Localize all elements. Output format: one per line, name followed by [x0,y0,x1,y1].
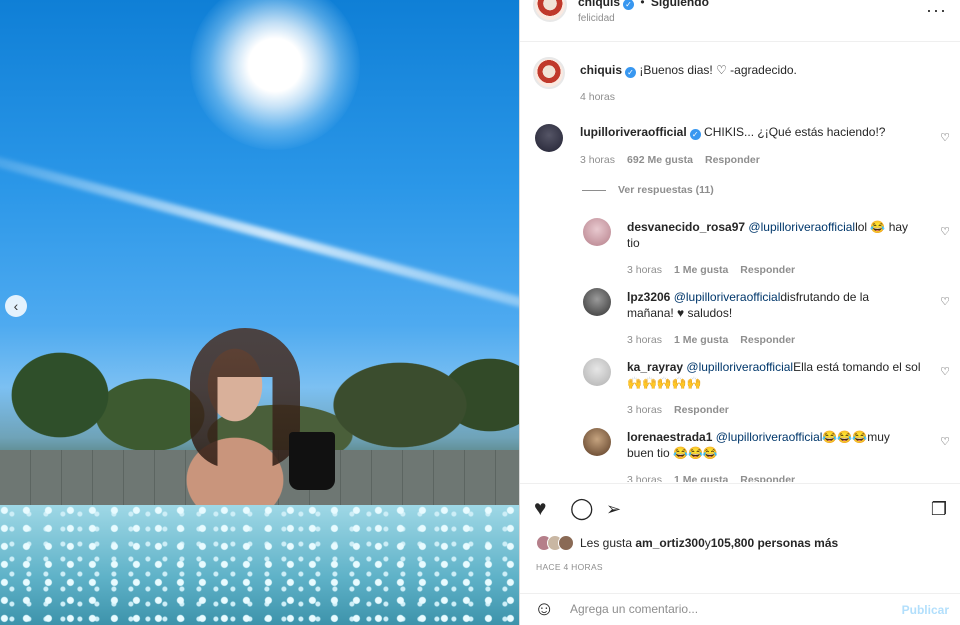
reply-like-heart-icon[interactable]: ♡ [939,226,951,238]
photo-contrail [0,149,519,321]
reply-meta: 3 horas 1 Me gusta Responder [627,264,795,276]
photo-water [0,505,519,625]
likes-user[interactable]: am_ortiz300 [635,536,704,550]
likes-prefix: Les gusta [580,536,636,550]
reply-username[interactable]: desvanecido_rosa97 [627,220,745,234]
comment-username[interactable]: lupilloriveraofficial [580,125,687,139]
caption-username[interactable]: chiquis [580,63,622,77]
reply-text: desvanecido_rosa97 @lupilloriveraofficia… [627,219,917,251]
reply-meta: 3 horas Responder [627,404,729,416]
view-replies-button[interactable]: Ver respuestas (11) [582,184,714,196]
post-header: chiquis ✓ • Siguiendo felicidad ··· [520,0,960,42]
publish-button[interactable]: Publicar [902,603,949,617]
caption-body: ¡Buenos dias! ♡ -agradecido. [639,63,797,77]
reply-like-heart-icon[interactable]: ♡ [939,296,951,308]
comment-body: CHIKIS... ¿¡Qué estás haciendo!? [704,125,886,139]
caption-avatar[interactable] [533,57,565,89]
reply-button[interactable]: Responder [740,334,795,346]
comment-avatar[interactable] [535,124,563,152]
post-side-panel: chiquis ✓ • Siguiendo felicidad ··· chiqu… [519,0,960,625]
reply-like-heart-icon[interactable]: ♡ [939,436,951,448]
likes-summary: Les gusta am_ortiz300y105,800 personas m… [536,535,838,551]
post-actions: ♥ ◯ ➢ ❐ Les gusta am_ortiz300y105,800 pe… [520,483,960,625]
reply-button[interactable]: Responder [740,474,795,482]
reply-avatar[interactable] [583,288,611,316]
chevron-left-icon: ‹ [13,298,19,314]
reply-mention[interactable]: @lupilloriveraofficial [674,290,781,304]
photo-mug [289,432,335,490]
likes-count[interactable]: 105,800 personas más [711,536,838,550]
reply-mention[interactable]: @lupilloriveraofficial [748,220,855,234]
caption-text: chiquis ✓ ¡Buenos dias! ♡ -agradecido. [580,62,797,78]
comment-text: lupilloriveraofficial ✓ CHIKIS... ¿¡Qué e… [580,124,885,140]
comment-likes[interactable]: 692 Me gusta [627,154,693,166]
reply-avatar[interactable] [583,218,611,246]
photo-sun [190,0,360,150]
reply-avatar[interactable] [583,428,611,456]
caption-time[interactable]: 4 horas [580,91,615,103]
comment-input[interactable] [570,602,890,616]
reply-likes[interactable]: 1 Me gusta [674,474,728,482]
author-line: chiquis ✓ • Siguiendo [578,0,709,10]
reply-username[interactable]: lorenaestrada1 [627,430,712,444]
reply-button[interactable]: Responder [740,264,795,276]
reply-mention[interactable]: @lupilloriveraofficial [686,360,793,374]
liker-avatar[interactable] [558,535,574,551]
more-options-icon[interactable]: ··· [926,0,947,21]
separator-dot: • [640,0,645,9]
carousel-prev-button[interactable]: ‹ [5,295,27,317]
author-username[interactable]: chiquis [578,0,620,9]
verified-icon: ✓ [625,67,637,78]
comments-list[interactable]: chiquis ✓ ¡Buenos dias! ♡ -agradecido. 4 … [520,42,960,482]
reply-username[interactable]: ka_rayray [627,360,683,374]
verified-icon: ✓ [689,129,701,140]
post-location[interactable]: felicidad [578,13,615,24]
comment-time[interactable]: 3 horas [580,154,615,166]
post-photo[interactable]: ‹ [0,0,519,625]
reply-username[interactable]: lpz3206 [627,290,670,304]
reply-time[interactable]: 3 horas [627,474,662,482]
reply-likes[interactable]: 1 Me gusta [674,334,728,346]
reply-meta: 3 horas 1 Me gusta Responder [627,474,795,482]
reply-text: lorenaestrada1 @lupilloriveraofficial😂😂😂… [627,429,917,461]
reply-meta: 3 horas 1 Me gusta Responder [627,334,795,346]
likes-text: Les gusta am_ortiz300y105,800 personas m… [580,536,838,550]
verified-icon: ✓ [623,0,635,10]
comment-meta: 3 horas 692 Me gusta Responder [580,154,760,166]
post-time-ago[interactable]: HACE 4 HORAS [536,562,603,572]
comment-like-heart-icon[interactable]: ♡ [939,132,951,144]
share-icon[interactable]: ➢ [606,498,621,520]
reply-text: ka_rayray @lupilloriveraofficialElla est… [627,359,927,391]
like-heart-icon[interactable]: ♥ [534,498,546,520]
follow-status[interactable]: Siguiendo [651,0,709,9]
reply-likes[interactable]: 1 Me gusta [674,264,728,276]
reply-mention[interactable]: @lupilloriveraofficial [716,430,823,444]
reply-button[interactable]: Responder [705,154,760,166]
reply-time[interactable]: 3 horas [627,404,662,416]
reply-button[interactable]: Responder [674,404,729,416]
reply-text: lpz3206 @lupilloriveraofficialdisfrutand… [627,289,917,321]
reply-time[interactable]: 3 horas [627,334,662,346]
bookmark-icon[interactable]: ❐ [931,498,947,520]
comment-icon[interactable]: ◯ [570,498,594,520]
reply-avatar[interactable] [583,358,611,386]
add-comment-bar: ☺ Publicar [520,593,960,625]
reply-like-heart-icon[interactable]: ♡ [939,366,951,378]
reply-time[interactable]: 3 horas [627,264,662,276]
author-avatar[interactable] [533,0,567,22]
emoji-smile-icon[interactable]: ☺ [534,598,554,621]
